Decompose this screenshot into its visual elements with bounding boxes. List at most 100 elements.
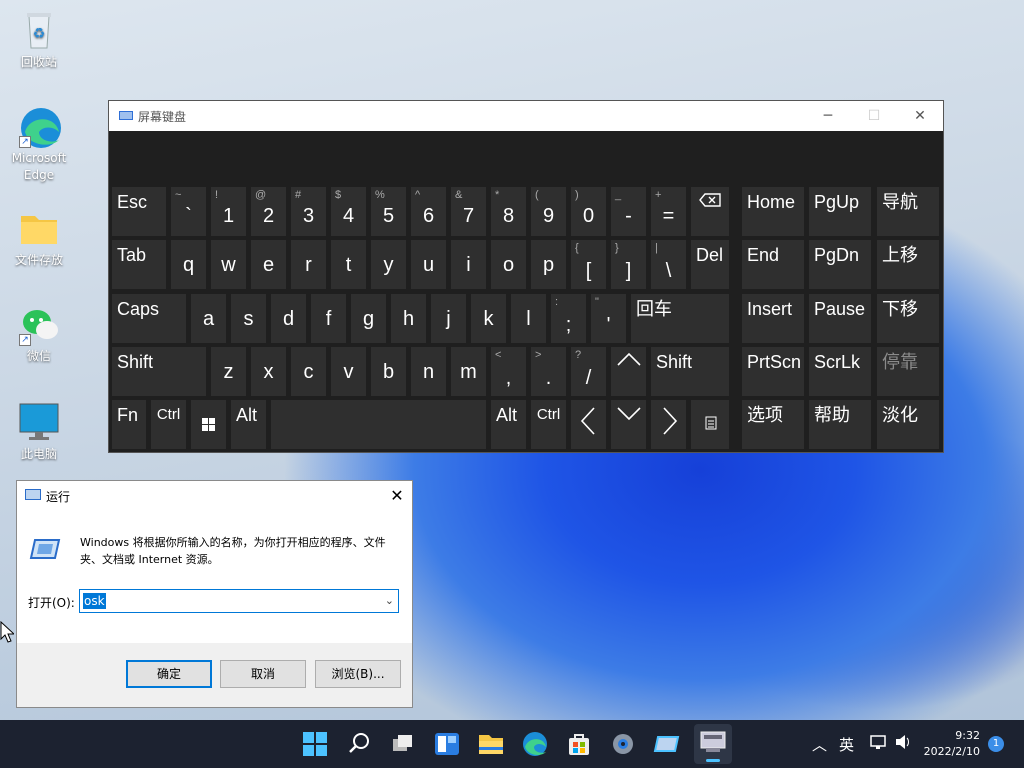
key-nav-7[interactable]: Insert (742, 294, 804, 343)
key-ctrl-left[interactable]: Ctrl (151, 400, 186, 449)
key-nav-2[interactable]: PgUp (809, 187, 871, 236)
desktop-icon-wechat[interactable]: ↗ 微信 (7, 302, 71, 365)
key-shift-right[interactable]: Shift (651, 347, 729, 396)
key-left[interactable] (571, 400, 606, 449)
key-k[interactable]: k (471, 294, 506, 343)
key-windows[interactable] (191, 400, 226, 449)
key-9[interactable]: (9 (531, 187, 566, 236)
key-m[interactable]: m (451, 347, 486, 396)
key-punct-4[interactable]: ?/ (571, 347, 606, 396)
store-button[interactable] (564, 729, 594, 759)
key-del[interactable]: Del (691, 240, 729, 289)
task-view-button[interactable] (388, 729, 418, 759)
key-bracket-2[interactable]: |\ (651, 240, 686, 289)
key-3[interactable]: #3 (291, 187, 326, 236)
minimize-button[interactable]: ─ (805, 101, 851, 131)
desktop-icon-folder[interactable]: 文件存放 (7, 206, 71, 269)
key-nav-6[interactable]: 上移 (877, 240, 939, 289)
key-fn[interactable]: Fn (112, 400, 146, 449)
ok-button[interactable]: 确定 (126, 660, 212, 688)
key-l[interactable]: l (511, 294, 546, 343)
close-button[interactable]: ✕ (382, 481, 412, 510)
volume-icon[interactable] (894, 734, 912, 754)
key-nav-15[interactable]: 淡化 (877, 400, 939, 449)
key-a[interactable]: a (191, 294, 226, 343)
ime-indicator[interactable]: 英 (839, 734, 854, 755)
key-e[interactable]: e (251, 240, 286, 289)
key-c[interactable]: c (291, 347, 326, 396)
key-right[interactable] (651, 400, 686, 449)
key-nav-13[interactable]: 选项 (742, 400, 804, 449)
open-input-value[interactable]: osk (83, 593, 106, 609)
key-nav-5[interactable]: PgDn (809, 240, 871, 289)
search-button[interactable] (344, 729, 374, 759)
key-t[interactable]: t (331, 240, 366, 289)
key-down[interactable] (611, 400, 646, 449)
key-nav-8[interactable]: Pause (809, 294, 871, 343)
key-y[interactable]: y (371, 240, 406, 289)
close-button[interactable]: ✕ (897, 101, 943, 131)
key-punct-2[interactable]: <, (491, 347, 526, 396)
key-v[interactable]: v (331, 347, 366, 396)
key-4[interactable]: $4 (331, 187, 366, 236)
key-i[interactable]: i (451, 240, 486, 289)
start-button[interactable] (300, 729, 330, 759)
desktop-icon-recycle-bin[interactable]: ♻ 回收站 (7, 8, 71, 71)
widgets-button[interactable] (432, 729, 462, 759)
key-7[interactable]: &7 (451, 187, 486, 236)
key-d[interactable]: d (271, 294, 306, 343)
key-esc[interactable]: Esc (112, 187, 166, 236)
key-bracket-1[interactable]: }] (611, 240, 646, 289)
key-space[interactable] (271, 400, 486, 449)
key-shift-left[interactable]: Shift (112, 347, 206, 396)
key-r[interactable]: r (291, 240, 326, 289)
chevron-down-icon[interactable]: ⌄ (385, 594, 394, 607)
key-caps[interactable]: Caps (112, 294, 186, 343)
key-alt-left[interactable]: Alt (231, 400, 266, 449)
clock[interactable]: 9:32 2022/2/10 (924, 728, 980, 760)
key-nav-4[interactable]: End (742, 240, 804, 289)
key-q[interactable]: q (171, 240, 206, 289)
key-6[interactable]: ^6 (411, 187, 446, 236)
settings-button[interactable] (608, 729, 638, 759)
key-s[interactable]: s (231, 294, 266, 343)
file-explorer-button[interactable] (476, 729, 506, 759)
key-8[interactable]: *8 (491, 187, 526, 236)
open-combobox[interactable]: osk ⌄ (79, 589, 399, 613)
maximize-button[interactable]: ☐ (851, 101, 897, 131)
notification-badge[interactable]: 1 (988, 736, 1004, 752)
key-nav-12[interactable]: 停靠 (877, 347, 939, 396)
osk-taskbar-button[interactable] (694, 724, 732, 764)
key-ctrl-right[interactable]: Ctrl (531, 400, 566, 449)
key--[interactable]: _- (611, 187, 646, 236)
key-2[interactable]: @2 (251, 187, 286, 236)
key-f[interactable]: f (311, 294, 346, 343)
key-p[interactable]: p (531, 240, 566, 289)
cancel-button[interactable]: 取消 (220, 660, 306, 688)
key-nav-10[interactable]: PrtScn (742, 347, 804, 396)
key-up[interactable] (611, 347, 646, 396)
key-nav-9[interactable]: 下移 (877, 294, 939, 343)
run-taskbar-button[interactable] (652, 729, 682, 759)
key-b[interactable]: b (371, 347, 406, 396)
key-punct-1[interactable]: "' (591, 294, 626, 343)
key-1[interactable]: !1 (211, 187, 246, 236)
desktop-icon-edge[interactable]: ↗ Microsoft Edge (7, 104, 71, 184)
key-5[interactable]: %5 (371, 187, 406, 236)
key-punct-3[interactable]: >. (531, 347, 566, 396)
key-w[interactable]: w (211, 240, 246, 289)
key-x[interactable]: x (251, 347, 286, 396)
key-nav-3[interactable]: 导航 (877, 187, 939, 236)
key-z[interactable]: z (211, 347, 246, 396)
key-`[interactable]: ~` (171, 187, 206, 236)
key-bracket-0[interactable]: {[ (571, 240, 606, 289)
key-alt-right[interactable]: Alt (491, 400, 526, 449)
edge-taskbar-button[interactable] (520, 729, 550, 759)
key-u[interactable]: u (411, 240, 446, 289)
browse-button[interactable]: 浏览(B)... (315, 660, 401, 688)
key-punct-0[interactable]: :; (551, 294, 586, 343)
chevron-up-icon[interactable]: ︿ (812, 734, 827, 755)
key-j[interactable]: j (431, 294, 466, 343)
key-enter[interactable]: 回车 (631, 294, 729, 343)
key-=[interactable]: += (651, 187, 686, 236)
